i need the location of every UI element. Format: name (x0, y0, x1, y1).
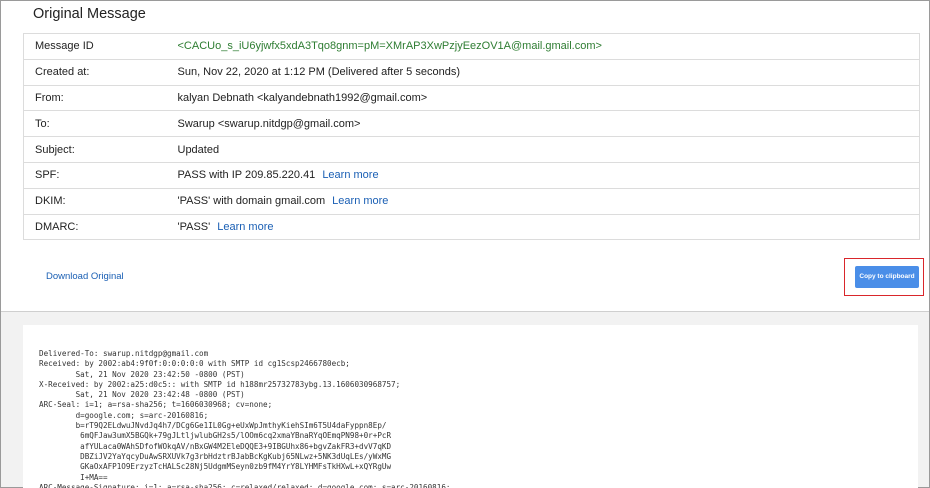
header-value: <CACUo_s_iU6yjwfx5xdA3Tqo8gnm=pM=XMrAP3X… (177, 40, 602, 53)
raw-line: ARC-Message-Signature: i=1; a=rsa-sha256… (39, 482, 451, 488)
header-key: Created at: (23, 58, 167, 86)
header-value-cell: Swarup <swarup.nitdgp@gmail.com> (166, 110, 920, 138)
header-value-cell: 'PASS' Learn more (166, 213, 920, 241)
header-row: From: kalyan Debnath <kalyandebnath1992@g… (23, 84, 920, 112)
header-row: Message ID <CACUo_s_iU6yjwfx5xdA3Tqo8gnm=… (23, 33, 920, 60)
header-value: PASS with IP 209.85.220.41 (177, 169, 316, 182)
raw-line: X-Received: by 2002:a25:d0c5:: with SMTP… (39, 379, 401, 389)
copy-to-clipboard-button[interactable]: Copy to clipboard (855, 266, 919, 288)
learn-more-link[interactable]: Learn more (332, 195, 388, 207)
learn-more-link[interactable]: Learn more (322, 169, 378, 181)
raw-line: GKaOxAFP1O9ErzyzTcHALSc28Nj5UdgmMSeyn0zb… (39, 462, 392, 472)
raw-line: d=google.com; s=arc-20160816; (39, 410, 209, 420)
header-value: Sun, Nov 22, 2020 at 1:12 PM (Delivered … (177, 66, 461, 79)
header-key: DMARC: (23, 213, 167, 241)
header-row: To: Swarup <swarup.nitdgp@gmail.com> (23, 110, 920, 138)
header-value: Updated (177, 143, 220, 156)
page-title: Original Message (33, 6, 146, 22)
header-value: Swarup <swarup.nitdgp@gmail.com> (177, 117, 361, 130)
header-value-cell: kalyan Debnath <kalyandebnath1992@gmail.… (166, 84, 920, 112)
header-key: To: (23, 110, 167, 138)
header-value: kalyan Debnath <kalyandebnath1992@gmail.… (177, 91, 428, 104)
header-key: Subject: (23, 136, 167, 163)
header-row: DKIM: 'PASS' with domain gmail.com Learn m… (23, 187, 920, 215)
header-value-cell: <CACUo_s_iU6yjwfx5xdA3Tqo8gnm=pM=XMrAP3X… (166, 33, 920, 60)
header-row: Created at: Sun, Nov 22, 2020 at 1:12 PM … (23, 58, 920, 86)
header-key: SPF: (23, 161, 167, 189)
header-row: DMARC: 'PASS' Learn more (23, 213, 920, 241)
raw-message-panel: Delivered-To: swarup.nitdgp@gmail.com Rec… (23, 325, 918, 488)
header-value-cell: 'PASS' with domain gmail.com Learn more (166, 187, 920, 215)
header-value: 'PASS' with domain gmail.com (177, 195, 326, 208)
raw-line: 6mQFJaw3umX5BGQk+79gJLtljwlubGH2s5/lOOm6… (39, 431, 392, 441)
download-original-link[interactable]: Download Original (46, 271, 124, 282)
raw-message-text: Delivered-To: swarup.nitdgp@gmail.com Rec… (39, 349, 450, 488)
header-row: Subject: Updated (23, 136, 920, 163)
raw-line: I+MA== (39, 472, 108, 482)
header-value-cell: Sun, Nov 22, 2020 at 1:12 PM (Delivered … (166, 58, 920, 86)
learn-more-link[interactable]: Learn more (217, 221, 273, 233)
header-value: 'PASS' (177, 220, 211, 233)
raw-line: ARC-Seal: i=1; a=rsa-sha256; t=160603096… (39, 400, 273, 410)
header-key: DKIM: (23, 187, 167, 215)
header-table: Message ID <CACUo_s_iU6yjwfx5xdA3Tqo8gnm=… (23, 33, 920, 241)
raw-line: Sat, 21 Nov 2020 23:42:48 -0800 (PST) (39, 390, 245, 400)
raw-line: afYULaca0WAhSDfofWOkqAV/nBxGW4M2EleDQQE3… (39, 441, 392, 451)
header-key: Message ID (23, 33, 167, 60)
header-value-cell: Updated (166, 136, 920, 163)
header-row: SPF: PASS with IP 209.85.220.41 Learn more (23, 161, 920, 189)
header-key: From: (23, 84, 167, 112)
raw-line: Received: by 2002:ab4:9f0f:0:0:0:0:0 wit… (39, 359, 350, 369)
raw-line: b=rT9Q2ELdwuJNvdJq4h7/DCg6Ge1IL0Gg+eUxWp… (39, 421, 387, 431)
raw-line: Delivered-To: swarup.nitdgp@gmail.com (39, 349, 209, 358)
header-value-cell: PASS with IP 209.85.220.41 Learn more (166, 161, 920, 189)
raw-line: Sat, 21 Nov 2020 23:42:50 -0800 (PST) (39, 369, 245, 379)
raw-line: DBZiJV2YaYqcyDuAwSRXUVk7g3rbHdztrBJabBcK… (39, 451, 392, 461)
